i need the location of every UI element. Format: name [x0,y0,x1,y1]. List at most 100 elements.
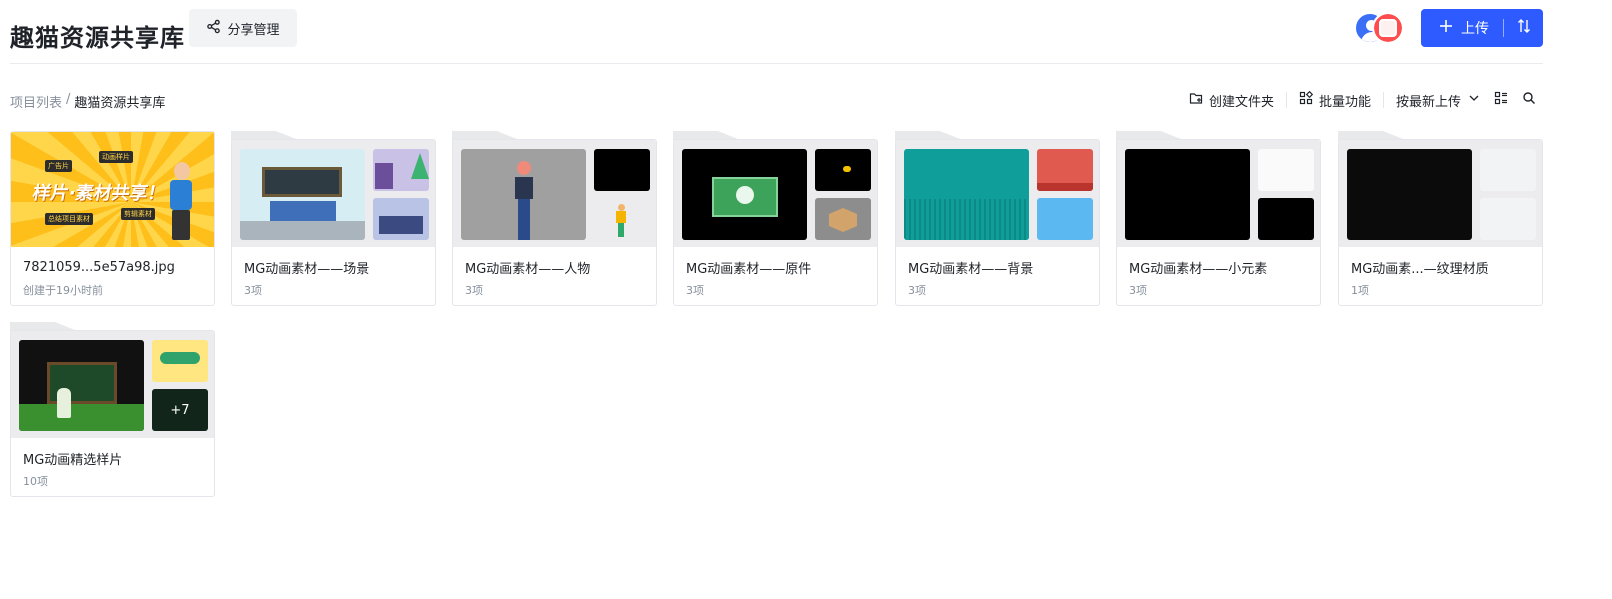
thumbnail [1258,198,1314,240]
thumbnail [815,149,871,191]
breadcrumb-separator: / [66,92,71,107]
folder-thumbnails [896,140,1099,247]
top-header: 趣猫资源共享库 分享管理 上传 [10,8,1543,64]
share-management-button[interactable]: 分享管理 [189,9,297,47]
folder-card-frame: MG动画素材——小元素 3项 [1116,139,1321,306]
folder-thumbnails [232,140,435,247]
thumbnail [1037,149,1093,191]
thumbnail [152,340,208,382]
folder-plus-icon [1189,91,1203,109]
upload-main-action[interactable]: 上传 [1421,18,1503,38]
folder-meta: 3项 [465,284,483,297]
file-meta: 创建于19小时前 [23,284,103,297]
folder-name: MG动画素材——人物 [465,262,591,277]
thumbnail [682,149,807,240]
folder-thumbnails [1339,140,1542,247]
upload-button[interactable]: 上传 [1421,9,1543,47]
character-illustration [166,162,196,242]
thumbnail [461,149,586,240]
thumbnail [373,198,429,240]
folder-name: MG动画素材——原件 [686,262,812,277]
search-icon [1522,91,1536,109]
folder-meta: 3项 [908,284,926,297]
file-name: 7821059...5e57a98.jpg [23,260,175,275]
plus-icon [1439,19,1453,37]
thumbnail [1347,149,1472,240]
preview-headline: 样片·素材共享！ [30,183,168,204]
folder-meta: 3项 [1129,284,1147,297]
batch-function-label: 批量功能 [1318,94,1371,110]
thumbnail [373,149,429,191]
file-card-frame: 广告片 动画样片 样片·素材共享！ 总结项目素材 剪辑素材 7821059...… [10,131,215,306]
folder-thumbnails: +7 [11,331,214,438]
folder-name: MG动画素材——场景 [244,262,370,277]
preview-tag: 总结项目素材 [45,213,93,225]
thumbnail [904,149,1029,240]
member-avatars[interactable] [1354,12,1406,44]
thumbnail [19,340,144,431]
folder-meta: 3项 [244,284,262,297]
sort-dropdown[interactable]: 按最新上传 [1390,89,1487,111]
batch-grid-icon [1299,90,1314,109]
upload-label: 上传 [1461,21,1489,37]
folder-thumbnails [674,140,877,247]
thumbnail [240,149,365,240]
share-icon [206,19,221,38]
breadcrumb: 项目列表 / 趣猫资源共享库 [10,92,165,111]
folder-card[interactable]: MG动画素材——人物 3项 [452,131,657,306]
thumbnail [1037,198,1093,240]
thumbnail [815,198,871,240]
folder-card-frame: MG动画素材——人物 3项 [452,139,657,306]
folder-card-frame: MG动画素...—纹理材质 1项 [1338,139,1543,306]
file-card[interactable]: 广告片 动画样片 样片·素材共享！ 总结项目素材 剪辑素材 7821059...… [10,131,215,306]
breadcrumb-current: 趣猫资源共享库 [74,96,166,111]
folder-meta: 3项 [686,284,704,297]
avatar[interactable] [1372,12,1404,44]
view-toggle-button[interactable] [1487,89,1515,111]
more-count: +7 [152,389,208,431]
folder-card[interactable]: MG动画素材——小元素 3项 [1116,131,1321,306]
folder-card[interactable]: MG动画素材——原件 3项 [673,131,878,306]
folder-card-frame: MG动画素材——背景 3项 [895,139,1100,306]
thumbnail [1125,149,1250,240]
folder-card-frame: MG动画素材——原件 3项 [673,139,878,306]
thumbnail: +7 [152,389,208,431]
divider [1285,92,1287,108]
folder-card[interactable]: +7 MG动画精选样片 10项 [10,322,215,497]
preview-tag: 广告片 [45,160,72,172]
folder-card-frame: MG动画素材——场景 3项 [231,139,436,306]
folder-meta: 10项 [23,475,48,488]
page-title: 趣猫资源共享库 [10,24,185,52]
folder-card[interactable]: MG动画素材——背景 3项 [895,131,1100,306]
chevron-down-icon [1467,91,1481,109]
folder-card[interactable]: MG动画素材——场景 3项 [231,131,436,306]
search-button[interactable] [1515,89,1543,111]
thumbnail [594,149,650,191]
folder-name: MG动画素材——背景 [908,262,1034,277]
batch-function-button[interactable]: 批量功能 [1293,89,1377,111]
folder-name: MG动画素材——小元素 [1129,262,1268,277]
folder-name: MG动画精选样片 [23,453,123,468]
transfer-list-button[interactable] [1504,19,1543,37]
folder-card[interactable]: MG动画素...—纹理材质 1项 [1338,131,1543,306]
transfer-arrows-icon [1517,19,1531,37]
toolbar: 创建文件夹 批量功能 按最新上传 [1183,89,1543,111]
thumbnail [594,198,650,240]
share-management-label: 分享管理 [227,22,280,38]
breadcrumb-root-link[interactable]: 项目列表 [10,92,62,111]
folder-meta: 1项 [1351,284,1369,297]
folder-card-frame: +7 MG动画精选样片 10项 [10,330,215,497]
thumbnail [1480,149,1536,191]
thumbnail [1480,198,1536,240]
list-view-icon [1494,91,1508,109]
preview-tag: 剪辑素材 [121,208,155,220]
thumbnail [1258,149,1314,191]
folder-thumbnails [453,140,656,247]
create-folder-label: 创建文件夹 [1208,94,1274,110]
preview-tag: 动画样片 [99,151,133,163]
create-folder-button[interactable]: 创建文件夹 [1183,89,1280,111]
folder-thumbnails [1117,140,1320,247]
sort-label: 按最新上传 [1395,94,1461,110]
folder-name: MG动画素...—纹理材质 [1351,262,1489,277]
divider [1382,92,1384,108]
